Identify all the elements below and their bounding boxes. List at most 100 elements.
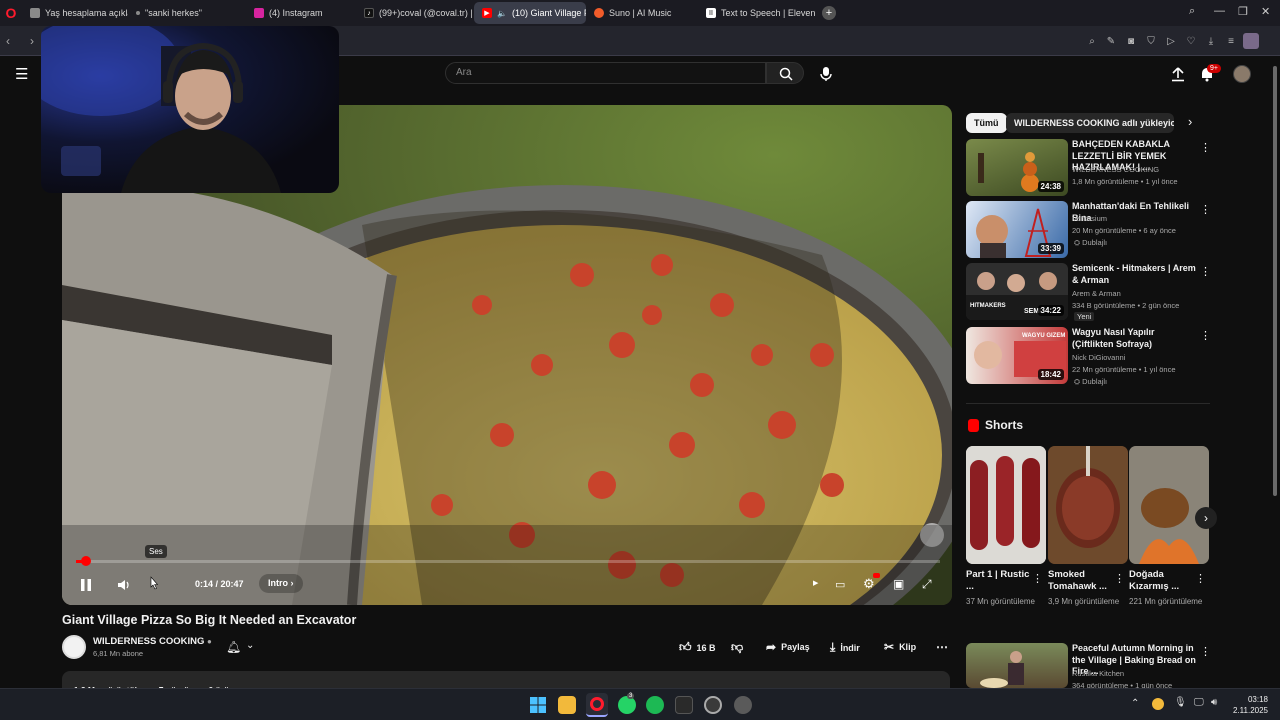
settings-gear-icon[interactable]: ⚙ [863, 576, 875, 592]
short-card[interactable]: Doğada Kızarmış ... 221 Mn görüntüleme ⋮ [1129, 446, 1209, 607]
speaker-icon[interactable]: 🔊︎ [1211, 697, 1217, 708]
shield-icon[interactable]: ⛉ [1145, 35, 1157, 47]
video-thumbnail[interactable] [966, 643, 1068, 688]
subtitles-icon[interactable]: ▭ [835, 578, 845, 591]
more-vertical-icon[interactable]: ⋮ [1200, 141, 1211, 154]
tab-sanki-herkes[interactable]: "sanki herkes" [128, 2, 246, 24]
pause-icon[interactable] [78, 577, 94, 593]
terminal-icon[interactable] [675, 696, 693, 714]
more-vertical-icon[interactable]: ⋮ [1032, 572, 1043, 585]
tab-instagram[interactable]: (4) Instagram [246, 2, 356, 24]
chip-from-uploader[interactable]: WILDERNESS COOKING adlı yükleyiciden [1006, 113, 1174, 133]
more-vertical-icon[interactable]: ⋮ [1200, 329, 1211, 342]
search-tabs-icon[interactable]: ⌕ [1189, 5, 1195, 18]
channel-avatar[interactable] [62, 635, 86, 659]
shorts-next-button[interactable]: › [1195, 507, 1217, 529]
related-channel[interactable]: WILDERNESS COOKING [1072, 165, 1159, 174]
search-icon[interactable]: ⌕ [1086, 35, 1098, 47]
more-vertical-icon[interactable]: ⋮ [1195, 572, 1206, 585]
whatsapp-icon[interactable] [618, 696, 636, 714]
related-video[interactable]: 33:39 Manhattan'daki En Tehlikeli Bina V… [966, 201, 1211, 259]
chip-all[interactable]: Tümü [966, 113, 1007, 133]
related-channel[interactable]: Rustika Kitchen [1072, 669, 1124, 678]
microphone-icon[interactable]: 🎙︎ [1174, 697, 1187, 708]
chevron-up-icon[interactable]: ⌃ [1131, 698, 1139, 709]
related-channel[interactable]: Arem & Arman [1072, 289, 1121, 298]
related-video[interactable]: 24:38 BAHÇEDEN KABAKLA LEZZETLİ BİR YEME… [966, 139, 1211, 197]
hamburger-menu-icon[interactable]: ☰ [15, 65, 28, 83]
menu-icon[interactable]: ≡ [1225, 35, 1237, 47]
tab-tiktok[interactable]: ♪ (99+)coval (@coval.tr) | Ti [356, 2, 474, 24]
channel-name-row[interactable]: WILDERNESS COOKING ● [93, 636, 212, 647]
channel-name[interactable]: WILDERNESS COOKING [93, 636, 204, 647]
tab-youtube-active[interactable]: ▶ 🔈 (10) Giant Village Pizz [474, 2, 586, 24]
heart-icon[interactable]: ♡ [1185, 35, 1197, 47]
fullscreen-icon[interactable]: ⤢ [922, 577, 932, 592]
video-thumbnail[interactable]: 24:38 [966, 139, 1068, 196]
tray-app-icon[interactable] [1152, 698, 1164, 710]
opera-logo-icon[interactable]: O [0, 0, 22, 26]
chevron-down-icon[interactable]: ⌄ [246, 640, 254, 651]
profile-avatar[interactable] [1243, 33, 1259, 49]
short-thumbnail[interactable] [966, 446, 1046, 564]
short-card[interactable]: Part 1 | Rustic ... 37 Mn görüntüleme ⋮ [966, 446, 1046, 607]
clip-button[interactable]: ✂ Klip [884, 640, 916, 654]
scrollbar-thumb[interactable] [1273, 66, 1277, 496]
tab-suno[interactable]: Suno | AI Music [586, 2, 698, 24]
like-button[interactable]: 👍︎ 16 B [679, 640, 716, 655]
scrubber-handle[interactable] [80, 556, 91, 566]
edit-icon[interactable]: ✎ [1105, 35, 1117, 47]
microphone-icon[interactable] [819, 66, 833, 82]
forward-arrow-icon[interactable]: › [30, 34, 34, 48]
opera-taskbar-button[interactable] [586, 693, 608, 717]
chapter-button[interactable]: Intro › [259, 574, 303, 593]
windows-start-icon[interactable] [530, 697, 546, 713]
related-channel[interactable]: Nick DiGiovanni [1072, 353, 1125, 362]
download-button[interactable]: ⤓ İndir [830, 640, 860, 655]
short-title[interactable]: Part 1 | Rustic ... [966, 569, 1030, 593]
related-title[interactable]: Semicenk - Hitmakers | Arem & Arman [1072, 263, 1196, 286]
back-arrow-icon[interactable]: ‹ [6, 34, 10, 48]
more-vertical-icon[interactable]: ⋮ [1114, 572, 1125, 585]
share-button[interactable]: ➦ Paylaş [766, 640, 810, 654]
camera-icon[interactable]: ◙ [1125, 35, 1137, 47]
obs-icon[interactable] [704, 696, 722, 714]
related-video[interactable]: HITMAKERS SEMI 34:22 Semicenk - Hitmakers… [966, 263, 1211, 321]
tab-yas-hesaplama[interactable]: Yaş hesaplama açıklaması [22, 2, 128, 24]
short-title[interactable]: Doğada Kızarmış ... [1129, 569, 1193, 593]
dislike-button[interactable]: 👎︎ [731, 640, 743, 655]
video-thumbnail[interactable]: 33:39 [966, 201, 1068, 258]
new-tab-button[interactable]: + [822, 6, 836, 20]
progress-bar[interactable] [76, 556, 940, 566]
short-thumbnail[interactable] [1048, 446, 1128, 564]
short-card[interactable]: Smoked Tomahawk ... 3,9 Mn görüntüleme ⋮ [1048, 446, 1128, 607]
upload-icon[interactable] [1171, 66, 1185, 82]
related-channel[interactable]: Veritasium [1072, 214, 1107, 223]
close-icon[interactable]: ✕ [1261, 5, 1270, 18]
spotify-icon[interactable] [646, 696, 664, 714]
autoplay-icon[interactable]: ▶ [813, 579, 818, 587]
minimize-icon[interactable]: — [1214, 5, 1225, 17]
tab-elevenlabs[interactable]: II Text to Speech | ElevenLab [698, 2, 816, 24]
short-thumbnail[interactable] [1129, 446, 1209, 564]
more-actions-button[interactable]: ⋯ [936, 640, 948, 654]
bell-subscription-icon[interactable]: 🔔︎ [226, 640, 241, 654]
network-icon[interactable]: 🖵︎ [1194, 697, 1204, 708]
play-icon[interactable]: ▷ [1165, 35, 1177, 47]
video-thumbnail[interactable]: HITMAKERS SEMI 34:22 [966, 263, 1068, 320]
discord-icon[interactable] [734, 696, 752, 714]
related-video[interactable]: WAGYU GIZEM 18:42 Wagyu Nasıl Yapılır (Ç… [966, 327, 1211, 386]
more-vertical-icon[interactable]: ⋮ [1200, 645, 1211, 658]
more-vertical-icon[interactable]: ⋮ [1200, 203, 1211, 216]
account-avatar[interactable] [1233, 65, 1251, 83]
video-thumbnail[interactable]: WAGYU GIZEM 18:42 [966, 327, 1068, 384]
search-button[interactable] [766, 62, 804, 84]
short-title[interactable]: Smoked Tomahawk ... [1048, 569, 1112, 593]
clock[interactable]: 03:18 2.11.2025 [1232, 694, 1268, 716]
search-input[interactable]: Ara [445, 62, 766, 84]
theater-mode-icon[interactable]: ▣ [893, 577, 904, 591]
volume-icon[interactable] [116, 578, 130, 592]
chevron-right-icon[interactable]: › [1188, 114, 1192, 129]
more-vertical-icon[interactable]: ⋮ [1200, 265, 1211, 278]
maximize-icon[interactable]: ❐ [1238, 5, 1248, 18]
